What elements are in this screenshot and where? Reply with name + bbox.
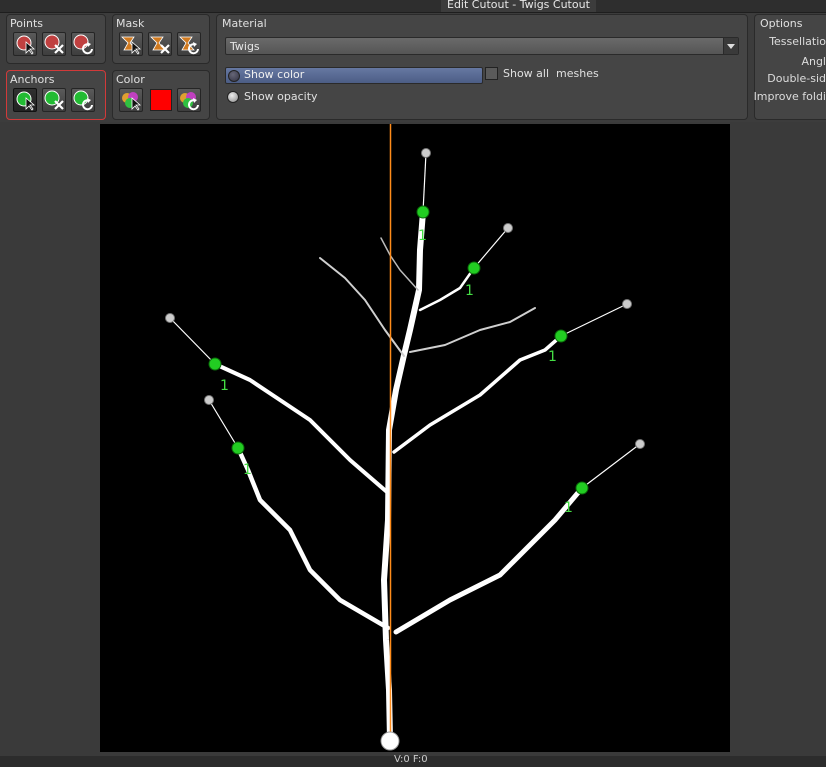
anchor-tip-5[interactable] bbox=[204, 395, 214, 405]
mask-select-button[interactable] bbox=[119, 32, 143, 56]
color-swatch[interactable] bbox=[150, 89, 172, 111]
anchor-point-2[interactable] bbox=[467, 261, 481, 275]
branch-right-mid bbox=[392, 334, 563, 454]
anchors-select-button[interactable] bbox=[13, 88, 37, 112]
color-picker-icon bbox=[122, 92, 142, 111]
option-angle: Angl bbox=[801, 55, 826, 68]
material-label: Material bbox=[222, 17, 267, 30]
material-panel: Material Twigs Show color Show all meshe… bbox=[216, 14, 748, 120]
show-all-meshes-label: Show all meshes bbox=[503, 67, 599, 80]
title-bar: Edit Cutout - Twigs Cutout bbox=[0, 0, 826, 13]
anchor-direction-2 bbox=[473, 227, 509, 269]
option-double-sided: Double-sid bbox=[767, 72, 826, 85]
mask-reset-icon bbox=[179, 36, 199, 55]
chevron-down-icon[interactable] bbox=[723, 38, 738, 54]
anchor-tip-4[interactable] bbox=[165, 313, 175, 323]
mask-reset-button[interactable] bbox=[177, 32, 201, 56]
anchor-tip-6[interactable] bbox=[635, 439, 645, 449]
anchor-label-5: 1 bbox=[243, 462, 252, 478]
anchor-direction-6 bbox=[581, 443, 641, 489]
color-label: Color bbox=[116, 73, 145, 86]
branch-left-top bbox=[380, 237, 419, 291]
mask-label: Mask bbox=[116, 17, 145, 30]
show-color-radio[interactable] bbox=[228, 70, 240, 82]
base-handle[interactable] bbox=[380, 731, 400, 751]
options-panel: Options Tessellatio Angl Double-sid Impr… bbox=[754, 14, 826, 120]
show-opacity-radio[interactable] bbox=[227, 91, 239, 103]
anchor-point-4[interactable] bbox=[208, 357, 222, 371]
anchor-reset-icon bbox=[73, 90, 93, 111]
show-color-option[interactable]: Show color bbox=[225, 67, 483, 84]
option-improve-folding: Improve foldi bbox=[753, 90, 826, 103]
points-panel: Points bbox=[6, 14, 106, 64]
anchor-point-1[interactable] bbox=[416, 205, 430, 219]
anchor-delete-icon bbox=[44, 90, 64, 110]
anchor-direction-5 bbox=[208, 399, 239, 449]
anchor-label-6: 1 bbox=[564, 500, 573, 516]
cutout-viewport[interactable]: 1 1 1 1 1 1 bbox=[100, 124, 730, 752]
material-selected-value: Twigs bbox=[230, 40, 260, 53]
color-panel: Color bbox=[112, 70, 210, 120]
anchor-tip-1[interactable] bbox=[421, 148, 431, 158]
show-opacity-label: Show opacity bbox=[244, 90, 318, 103]
anchor-point-5[interactable] bbox=[231, 441, 245, 455]
twig-cutout-drawing[interactable]: 1 1 1 1 1 1 bbox=[100, 124, 730, 752]
anchors-reset-button[interactable] bbox=[71, 88, 95, 112]
option-tessellation: Tessellatio bbox=[769, 35, 826, 48]
branch-right-low bbox=[393, 485, 585, 635]
anchor-point-3[interactable] bbox=[554, 329, 568, 343]
mask-delete-button[interactable] bbox=[148, 32, 172, 56]
anchor-label-3: 1 bbox=[548, 349, 557, 365]
anchors-delete-button[interactable] bbox=[42, 88, 66, 112]
anchor-direction-1 bbox=[422, 152, 427, 213]
anchor-tip-3[interactable] bbox=[622, 299, 632, 309]
mask-delete-icon bbox=[150, 36, 170, 54]
point-select-icon bbox=[16, 35, 36, 55]
anchor-point-6[interactable] bbox=[575, 481, 589, 495]
branch-left-upper bbox=[319, 257, 405, 357]
anchor-direction-3 bbox=[560, 303, 628, 337]
anchors-label: Anchors bbox=[10, 73, 55, 86]
material-select[interactable]: Twigs bbox=[225, 37, 739, 55]
points-select-button[interactable] bbox=[13, 32, 37, 56]
color-pick-button[interactable] bbox=[119, 88, 143, 112]
anchor-select-icon bbox=[16, 91, 36, 111]
vertex-face-count: V:0 F:0 bbox=[394, 754, 428, 765]
anchor-direction-4 bbox=[169, 317, 216, 365]
mask-panel: Mask bbox=[112, 14, 210, 64]
window-title: Edit Cutout - Twigs Cutout bbox=[441, 0, 596, 12]
anchors-panel: Anchors bbox=[6, 70, 106, 120]
points-reset-button[interactable] bbox=[71, 32, 95, 56]
branch-left-mid bbox=[213, 362, 389, 494]
point-delete-icon bbox=[44, 34, 64, 54]
color-reset-button[interactable] bbox=[177, 88, 201, 112]
branch-right-upper bbox=[409, 307, 536, 353]
options-label: Options bbox=[760, 17, 803, 30]
points-delete-button[interactable] bbox=[42, 32, 66, 56]
anchor-label-2: 1 bbox=[465, 283, 474, 299]
anchor-label-1: 1 bbox=[418, 228, 427, 244]
mask-select-icon bbox=[121, 36, 142, 55]
color-reset-icon bbox=[180, 92, 199, 111]
anchor-tip-2[interactable] bbox=[503, 223, 513, 233]
point-reset-icon bbox=[73, 34, 93, 55]
status-bar: V:0 F:0 bbox=[0, 754, 826, 767]
anchor-label-4: 1 bbox=[220, 378, 229, 394]
show-color-label: Show color bbox=[244, 68, 305, 81]
points-label: Points bbox=[10, 17, 44, 30]
show-all-meshes-checkbox[interactable] bbox=[485, 67, 498, 80]
